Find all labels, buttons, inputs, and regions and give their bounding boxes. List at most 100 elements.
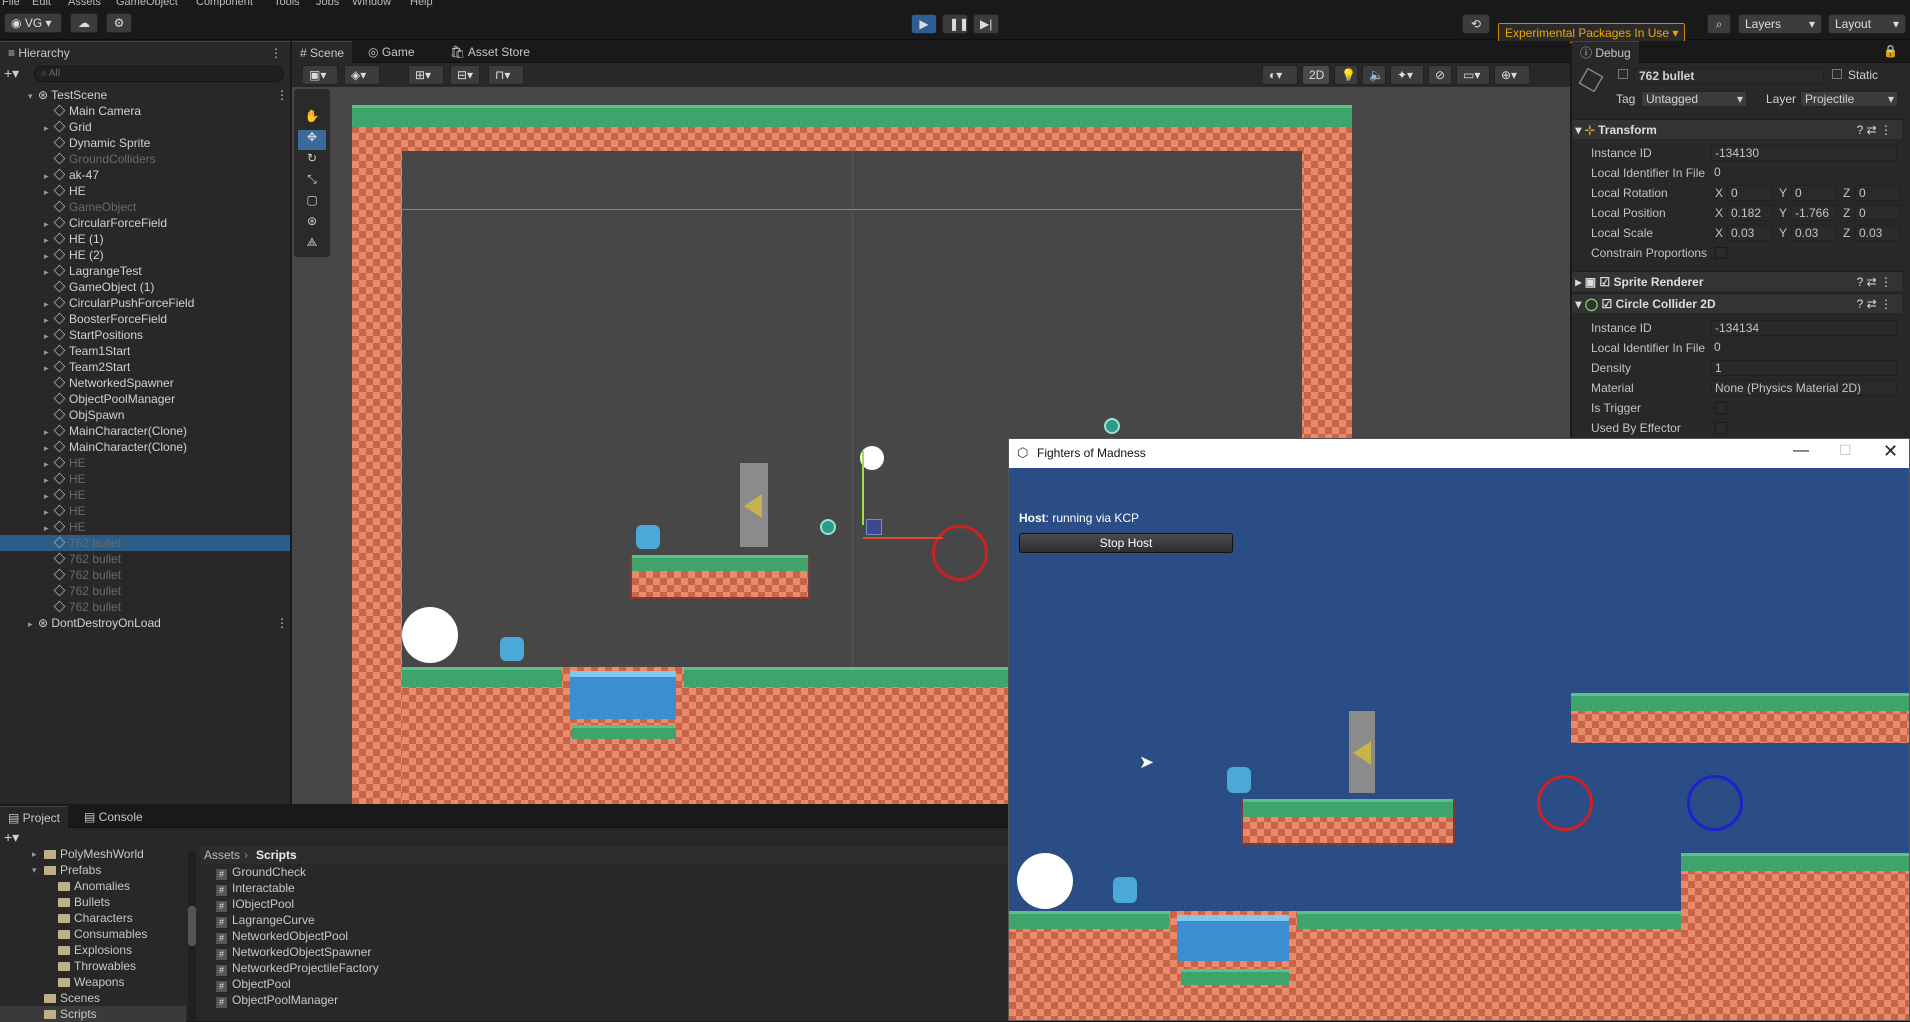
gizmo-icon[interactable]: ◈▾ [344,65,380,85]
tree-scrollbar[interactable] [188,850,196,1021]
hierarchy-item[interactable]: ▸ HE [0,183,290,199]
script-file-item[interactable]: # Interactable [216,880,295,896]
menu-gameobject[interactable]: GameObject [116,0,178,8]
maximize-icon[interactable]: ☐ [1839,442,1852,459]
menu-edit[interactable]: Edit [32,0,51,8]
hierarchy-item[interactable]: ▸ HE [0,455,290,471]
hierarchy-item[interactable]: Dynamic Sprite [0,135,290,151]
rotation-z-field[interactable]: 0 [1855,185,1901,201]
project-folder-item[interactable]: Throwables [0,958,186,974]
project-folder-item[interactable]: Scenes [0,990,186,1006]
sprite-renderer-header[interactable]: ▸ ▣ ☑ Sprite Renderer? ⇄ ⋮ [1572,271,1902,291]
static-checkbox[interactable] [1832,69,1842,79]
grid-snap-icon[interactable]: ⊞▾ [408,65,444,85]
hierarchy-item[interactable]: ▸ HE [0,503,290,519]
move-gizmo-x[interactable] [863,537,943,539]
transform-tool-icon[interactable]: ⊛ [298,214,326,234]
menu-assets[interactable]: Assets [68,0,101,8]
visibility-icon[interactable]: ⊘ [1428,65,1452,85]
pause-button[interactable]: ❚❚ [942,14,969,34]
circle-collider-header[interactable]: ▾ ◯ ☑ Circle Collider 2D? ⇄ ⋮ [1572,293,1902,313]
hierarchy-item[interactable]: ▸ Grid [0,119,290,135]
hierarchy-item[interactable]: ▸ MainCharacter(Clone) [0,439,290,455]
hand-tool-icon[interactable]: ✋ [298,109,326,129]
hierarchy-item[interactable]: 762 bullet [0,535,290,551]
transform-header[interactable]: ▾ ⊹ Transform? ⇄ ⋮ [1572,119,1902,139]
component-menu-icon[interactable]: ? ⇄ ⋮ [1857,120,1892,140]
object-name-field[interactable]: 762 bullet [1634,68,1824,84]
trigger-checkbox[interactable] [1715,402,1727,414]
hierarchy-search-input[interactable]: ⌕ All [34,66,284,82]
add-icon[interactable]: +▾ [4,65,19,82]
hierarchy-item[interactable]: ▾ ⊛ TestScene ⋮ [0,87,290,103]
project-folder-item[interactable]: Characters [0,910,186,926]
project-folder-item[interactable]: Weapons [0,974,186,990]
experimental-packages-dropdown[interactable]: Experimental Packages In Use ▾ [1498,23,1686,43]
tab-console[interactable]: ▤ Console [76,806,151,828]
hierarchy-item[interactable]: NetworkedSpawner [0,375,290,391]
expand-arrow-icon[interactable]: ▸ [44,184,54,200]
expand-arrow-icon[interactable]: ▸ [44,120,54,136]
expand-arrow-icon[interactable]: ▸ [44,312,54,328]
hierarchy-item[interactable]: ▸ HE [0,519,290,535]
hierarchy-item[interactable]: ▸ StartPositions [0,327,290,343]
cc-instance-id-value[interactable]: -134134 [1711,320,1897,336]
position-z-field[interactable]: 0 [1855,205,1901,221]
minimize-icon[interactable]: — [1793,442,1809,460]
project-add-icon[interactable]: +▾ [4,829,19,846]
rect-tool-icon[interactable]: ▢ [298,193,326,213]
hierarchy-item[interactable]: 762 bullet [0,599,290,615]
effector-checkbox[interactable] [1715,422,1727,434]
project-folder-item[interactable]: Explosions [0,942,186,958]
script-file-item[interactable]: # ObjectPool [216,976,291,992]
lock-icon[interactable]: 🔒 [1883,44,1898,58]
hierarchy-item[interactable]: 762 bullet [0,551,290,567]
tab-debug[interactable]: ⓘ Debug [1572,41,1639,63]
hierarchy-item[interactable]: GroundColliders [0,151,290,167]
menu-tools[interactable]: Tools [274,0,300,8]
tab-asset-store[interactable]: 🛍 Asset Store [442,41,538,63]
instance-id-value[interactable]: -134130 [1711,145,1897,161]
move-gizmo-y[interactable] [862,451,864,525]
component-menu-icon[interactable]: ? ⇄ ⋮ [1857,294,1892,314]
expand-arrow-icon[interactable]: ▸ [44,520,54,536]
project-folder-item[interactable]: ▾ Prefabs [0,862,186,878]
project-folder-item[interactable]: ▸ PolyMeshWorld [0,846,186,862]
rotate-tool-icon[interactable]: ↻ [298,151,326,171]
hierarchy-item[interactable]: GameObject (1) [0,279,290,295]
scale-x-field[interactable]: 0.03 [1727,225,1773,241]
script-file-item[interactable]: # NetworkedObjectSpawner [216,944,371,960]
custom-tool-icon[interactable]: ⟁ [298,235,326,255]
hierarchy-item[interactable]: ▸ Team1Start [0,343,290,359]
expand-arrow-icon[interactable]: ▸ [32,846,37,862]
menu-window[interactable]: Window [352,0,391,8]
hierarchy-item[interactable]: ▸ CircularForceField [0,215,290,231]
layer-dropdown[interactable]: Projectile ▾ [1800,91,1898,107]
hierarchy-item[interactable]: ▸ Team2Start [0,359,290,375]
cloud-icon[interactable]: ☁ [70,13,98,33]
tab-scene[interactable]: # Scene [292,41,353,63]
rotation-y-field[interactable]: 0 [1791,185,1837,201]
project-folder-item[interactable]: Scripts [0,1006,186,1022]
tab-project[interactable]: ▤ Project [0,806,69,828]
menu-component[interactable]: Component [196,0,253,8]
project-folder-item[interactable]: Bullets [0,894,186,910]
move-tool-icon[interactable]: ✥ [298,130,326,150]
increment-snap-icon[interactable]: ⊟▾ [450,65,480,85]
expand-arrow-icon[interactable]: ▸ [44,248,54,264]
script-file-item[interactable]: # IObjectPool [216,896,294,912]
scale-tool-icon[interactable]: ⤡ [298,172,326,192]
expand-arrow-icon[interactable]: ▸ [44,296,54,312]
hierarchy-item[interactable]: 762 bullet [0,567,290,583]
hierarchy-item[interactable]: Main Camera [0,103,290,119]
rotation-x-field[interactable]: 0 [1727,185,1773,201]
material-field[interactable]: None (Physics Material 2D) [1711,380,1897,396]
hierarchy-item[interactable]: ▸ ⊛ DontDestroyOnLoad ⋮ [0,615,290,631]
hierarchy-item[interactable]: 762 bullet [0,583,290,599]
script-file-item[interactable]: # NetworkedObjectPool [216,928,348,944]
script-file-item[interactable]: # NetworkedProjectileFactory [216,960,379,976]
history-icon[interactable]: ⟲ [1462,14,1490,34]
light-icon[interactable]: 💡 [1334,65,1358,85]
shading-icon[interactable]: ◐▾ [1262,65,1298,85]
hierarchy-item[interactable]: GameObject [0,199,290,215]
